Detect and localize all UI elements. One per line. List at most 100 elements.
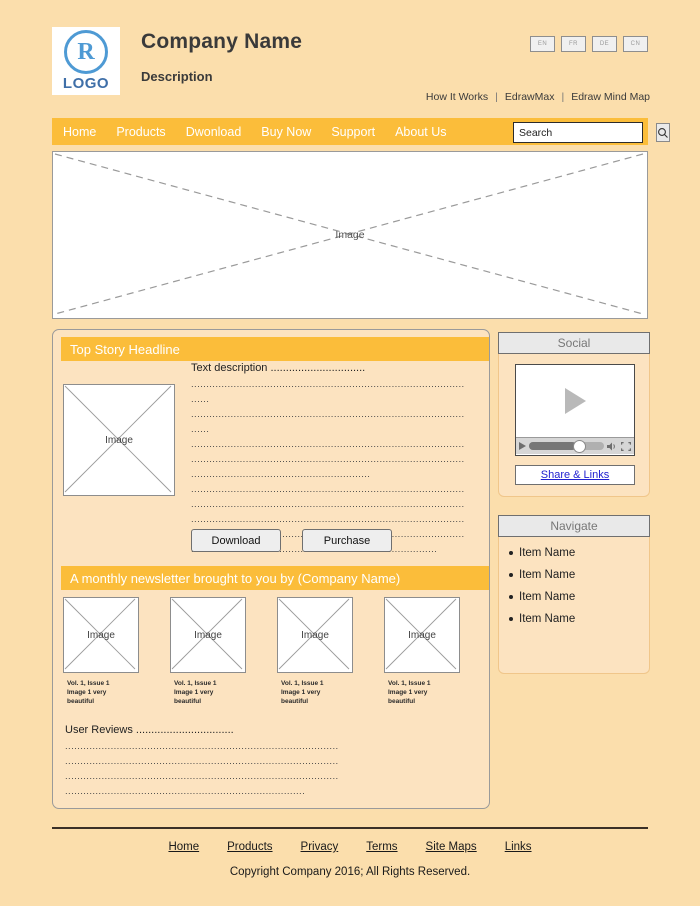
navigate-item-list: Item Name Item Name Item Name Item Name (509, 542, 639, 630)
language-button-en[interactable]: EN (530, 36, 555, 52)
company-name: Company Name (141, 30, 303, 53)
share-links-label: Share & Links (540, 469, 610, 481)
video-scrubber-handle[interactable] (572, 440, 586, 453)
search-box (513, 122, 670, 143)
hero-image-label: Image (335, 229, 365, 241)
video-player[interactable] (515, 364, 635, 456)
thumbnail-item[interactable]: Image Vol. 1, Issue 1 Image 1 very beaut… (277, 597, 353, 706)
navigate-item-label: Item Name (519, 591, 576, 603)
text-line: ...... (191, 394, 210, 405)
thumbnail-caption: Vol. 1, Issue 1 Image 1 very beautiful (388, 680, 431, 705)
navigate-item-label: Item Name (519, 569, 576, 581)
text-line: ........................................… (191, 379, 465, 390)
image-label: Image (301, 629, 329, 641)
thumbnail-item[interactable]: Image Vol. 1, Issue 1 Image 1 very beaut… (170, 597, 246, 706)
language-button-de[interactable]: DE (592, 36, 617, 52)
newsletter-headline: A monthly newsletter brought to you by (… (61, 566, 489, 590)
company-description: Description (141, 69, 213, 84)
search-input[interactable] (514, 123, 656, 142)
text-line: ...... (191, 424, 210, 435)
utility-link-edraw-mind-map[interactable]: Edraw Mind Map (571, 91, 650, 103)
search-icon (658, 127, 668, 138)
volume-icon[interactable] (607, 442, 618, 451)
utility-link-how-it-works[interactable]: How It Works (426, 91, 488, 103)
utility-link-edrawmax[interactable]: EdrawMax (505, 91, 555, 103)
text-line: ........................................… (191, 499, 465, 510)
footer-link-site-maps[interactable]: Site Maps (426, 841, 477, 853)
nav-item-home[interactable]: Home (63, 125, 96, 139)
utility-separator: | (495, 91, 498, 103)
purchase-button[interactable]: Purchase (302, 529, 392, 552)
bullet-icon (509, 617, 513, 621)
text-line: ........................................… (191, 514, 465, 525)
nav-item-about-us[interactable]: About Us (395, 125, 446, 139)
footer-link-products[interactable]: Products (227, 841, 272, 853)
language-button-cn[interactable]: CN (623, 36, 648, 52)
social-panel: Social Share & Links (498, 332, 650, 497)
thumbnail-caption: Vol. 1, Issue 1 Image 1 very beautiful (67, 680, 110, 705)
newsletter-thumbnails: Image Vol. 1, Issue 1 Image 1 very beaut… (63, 597, 483, 706)
image-label: Image (408, 629, 436, 641)
fullscreen-icon[interactable] (621, 441, 631, 451)
play-small-icon[interactable] (519, 442, 526, 450)
text-line: ........................................… (65, 786, 306, 797)
logo-mark-icon: R (64, 30, 108, 74)
thumbnail-image[interactable]: Image (63, 597, 139, 673)
logo[interactable]: R LOGO (52, 27, 120, 95)
search-button[interactable] (656, 123, 670, 142)
navigate-item[interactable]: Item Name (509, 542, 639, 564)
navigate-panel: Navigate Item Name Item Name Item Name I… (498, 515, 650, 674)
main-content-card: Top Story Headline Image Text descriptio… (52, 329, 490, 809)
text-line: ........................................… (65, 771, 339, 782)
top-story-intro: Text description .......................… (191, 362, 366, 374)
thumbnail-image[interactable]: Image (384, 597, 460, 673)
navigate-item[interactable]: Item Name (509, 608, 639, 630)
user-reviews: User Reviews ...........................… (65, 724, 477, 799)
text-line: ........................................… (65, 756, 339, 767)
top-story-image[interactable]: Image (63, 384, 175, 496)
image-label: Image (87, 629, 115, 641)
text-line: ........................................… (191, 469, 371, 480)
top-story-text: Text description .......................… (191, 362, 476, 557)
navigate-item[interactable]: Item Name (509, 564, 639, 586)
text-line: ........................................… (191, 484, 465, 495)
text-line: ........................................… (191, 409, 465, 420)
logo-text: LOGO (62, 75, 110, 92)
footer-divider (52, 827, 648, 829)
hero-image-placeholder[interactable]: Image (52, 151, 648, 319)
wireframe-page: R LOGO Company Name Description EN FR DE… (0, 0, 700, 906)
video-controls (516, 437, 634, 454)
language-switcher: EN FR DE CN (530, 36, 648, 52)
footer-link-home[interactable]: Home (168, 841, 199, 853)
thumbnail-image[interactable]: Image (277, 597, 353, 673)
nav-item-list: Home Products Dwonload Buy Now Support A… (52, 125, 447, 139)
download-button[interactable]: Download (191, 529, 281, 552)
thumbnail-item[interactable]: Image Vol. 1, Issue 1 Image 1 very beaut… (384, 597, 460, 706)
footer-link-terms[interactable]: Terms (366, 841, 397, 853)
navigate-item[interactable]: Item Name (509, 586, 639, 608)
bullet-icon (509, 573, 513, 577)
thumbnail-caption: Vol. 1, Issue 1 Image 1 very beautiful (174, 680, 217, 705)
share-links-button[interactable]: Share & Links (515, 465, 635, 485)
video-screen[interactable] (516, 365, 634, 437)
text-line: ........................................… (191, 454, 465, 465)
bullet-icon (509, 551, 513, 555)
nav-item-buy-now[interactable]: Buy Now (261, 125, 311, 139)
nav-item-products[interactable]: Products (116, 125, 165, 139)
navigate-panel-title: Navigate (498, 515, 650, 537)
footer-link-privacy[interactable]: Privacy (301, 841, 339, 853)
navigate-item-label: Item Name (519, 547, 576, 559)
image-label: Image (105, 434, 133, 446)
thumbnail-image[interactable]: Image (170, 597, 246, 673)
navigate-item-label: Item Name (519, 613, 576, 625)
video-scrubber[interactable] (529, 440, 604, 453)
play-icon[interactable] (564, 388, 586, 414)
page-header: R LOGO Company Name Description EN FR DE… (0, 0, 700, 115)
nav-item-support[interactable]: Support (331, 125, 375, 139)
thumbnail-item[interactable]: Image Vol. 1, Issue 1 Image 1 very beaut… (63, 597, 139, 706)
bullet-icon (509, 595, 513, 599)
top-story-buttons: Download Purchase (191, 529, 392, 552)
nav-item-download[interactable]: Dwonload (186, 125, 242, 139)
language-button-fr[interactable]: FR (561, 36, 586, 52)
footer-link-links[interactable]: Links (505, 841, 532, 853)
